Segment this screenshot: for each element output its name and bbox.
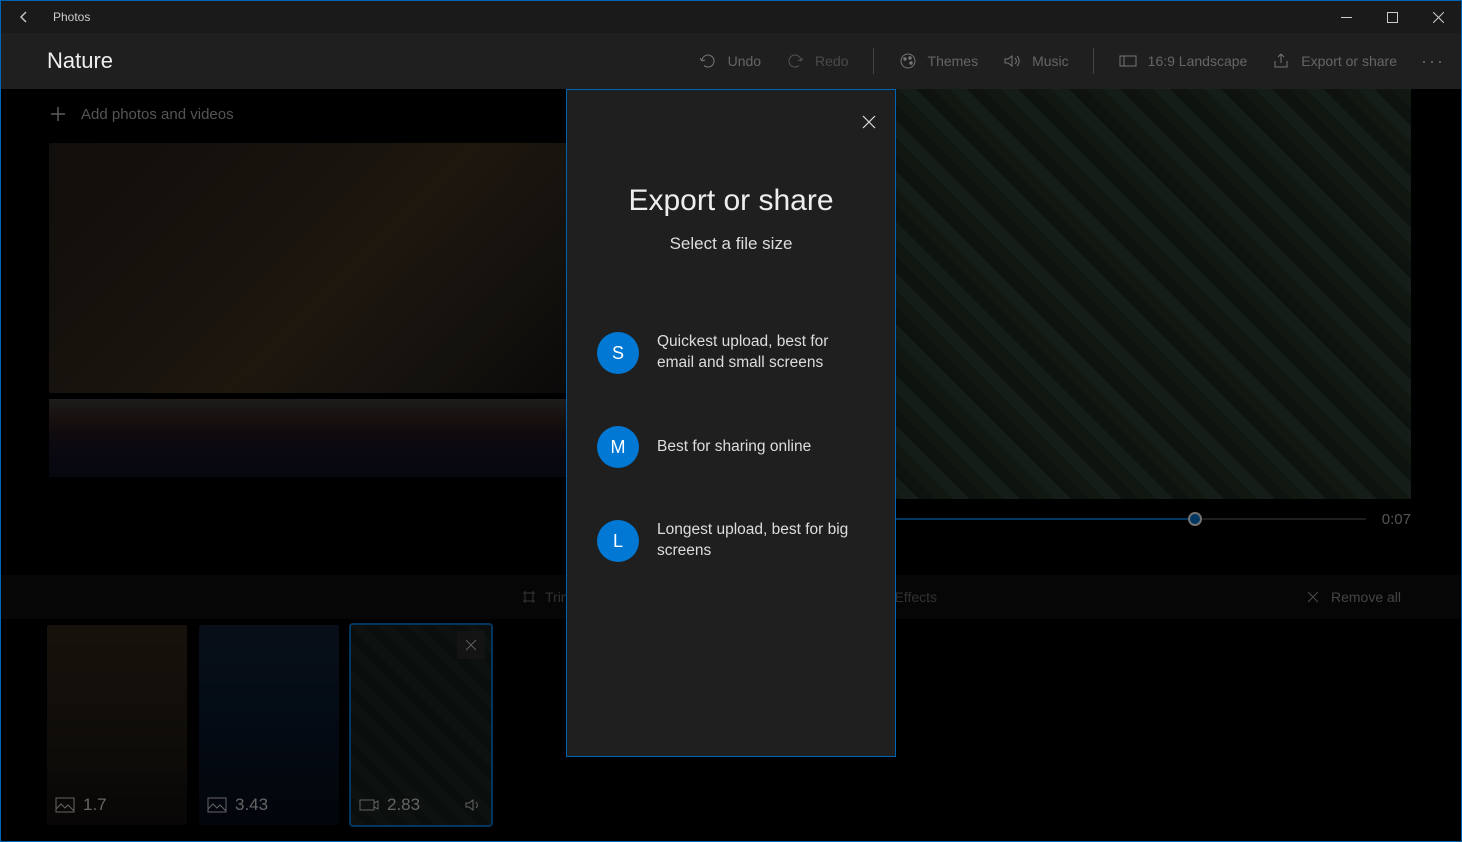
aspect-button[interactable]: 16:9 Landscape <box>1118 51 1248 71</box>
music-button[interactable]: Music <box>1002 51 1069 71</box>
option-text: Best for sharing online <box>657 437 811 458</box>
size-badge: M <box>597 426 639 468</box>
palette-icon <box>898 51 918 71</box>
export-option-large[interactable]: L Longest upload, best for big screens <box>597 520 865 562</box>
themes-label: Themes <box>928 53 979 69</box>
export-option-medium[interactable]: M Best for sharing online <box>597 426 865 468</box>
undo-icon <box>698 51 718 71</box>
share-icon <box>1271 51 1291 71</box>
more-icon: ··· <box>1421 51 1445 72</box>
window-close-button[interactable] <box>1415 1 1461 33</box>
app-name: Photos <box>49 10 90 24</box>
header-toolbar: Nature Undo Redo Themes Music 16:9 Lands… <box>1 33 1461 89</box>
option-text: Longest upload, best for big screens <box>657 520 865 562</box>
themes-button[interactable]: Themes <box>898 51 979 71</box>
undo-label: Undo <box>728 53 761 69</box>
more-button[interactable]: ··· <box>1421 51 1445 72</box>
aspect-icon <box>1118 51 1138 71</box>
undo-button[interactable]: Undo <box>698 51 761 71</box>
separator <box>873 48 874 74</box>
back-button[interactable] <box>1 9 49 25</box>
dialog-title: Export or share <box>567 184 895 218</box>
separator <box>1093 48 1094 74</box>
redo-button[interactable]: Redo <box>785 51 848 71</box>
export-label: Export or share <box>1301 53 1397 69</box>
dialog-subtitle: Select a file size <box>567 234 895 254</box>
aspect-label: 16:9 Landscape <box>1148 53 1248 69</box>
size-badge: L <box>597 520 639 562</box>
project-title[interactable]: Nature <box>47 48 113 74</box>
export-dialog: Export or share Select a file size S Qui… <box>566 89 896 757</box>
redo-icon <box>785 51 805 71</box>
dialog-close-button[interactable] <box>853 106 885 138</box>
option-text: Quickest upload, best for email and smal… <box>657 332 865 374</box>
export-button[interactable]: Export or share <box>1271 51 1397 71</box>
size-badge: S <box>597 332 639 374</box>
export-option-small[interactable]: S Quickest upload, best for email and sm… <box>597 332 865 374</box>
window-minimize-button[interactable] <box>1323 1 1369 33</box>
titlebar: Photos <box>1 1 1461 33</box>
music-label: Music <box>1032 53 1069 69</box>
speaker-icon <box>1002 51 1022 71</box>
redo-label: Redo <box>815 53 848 69</box>
window-maximize-button[interactable] <box>1369 1 1415 33</box>
